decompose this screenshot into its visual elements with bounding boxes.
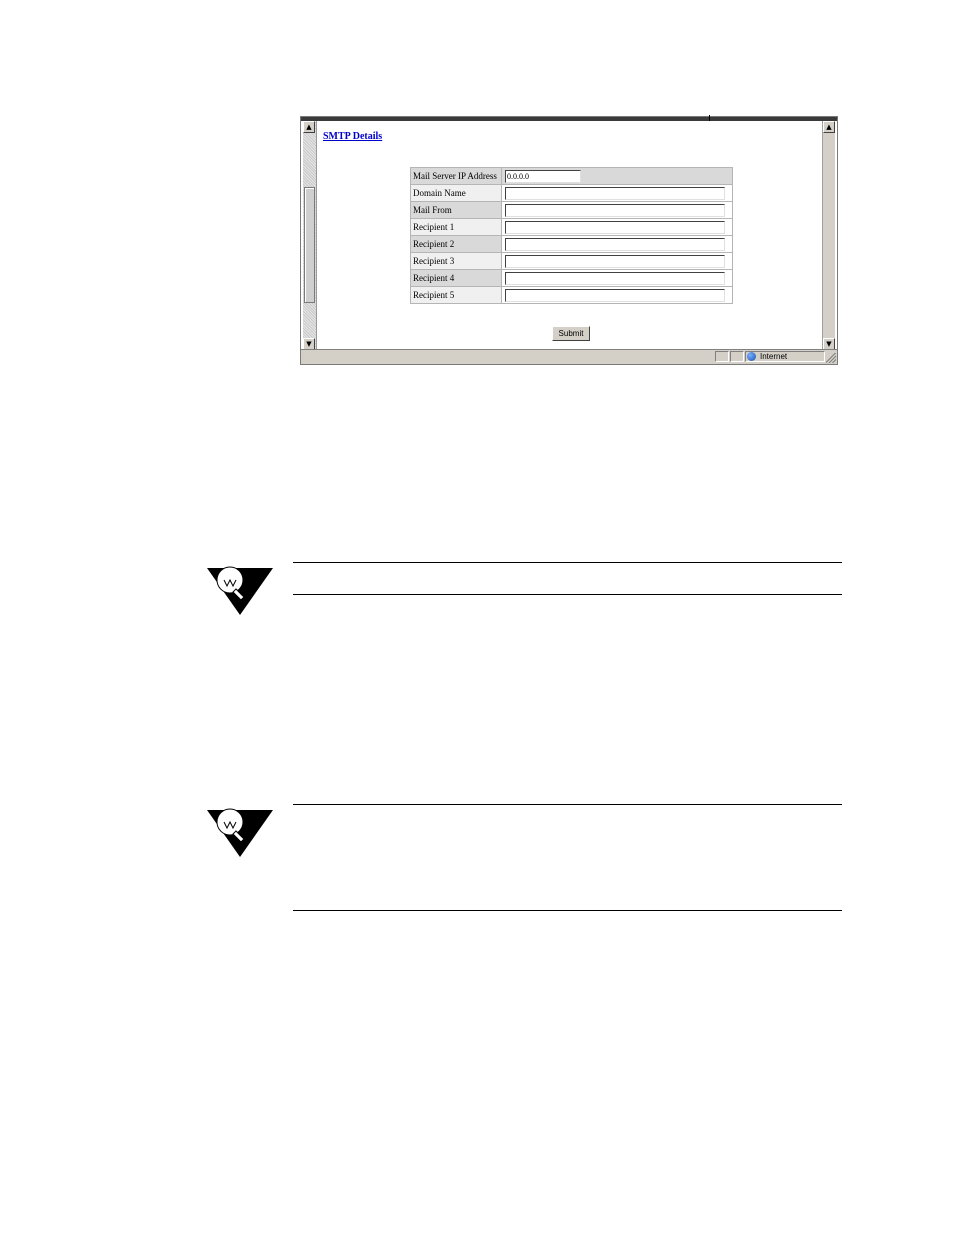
- form-row-recipient-2: Recipient 2: [410, 235, 733, 253]
- submit-button[interactable]: Submit: [552, 326, 590, 341]
- scroll-up-arrow-icon[interactable]: ▲: [823, 121, 835, 133]
- note-rule-top: [293, 562, 842, 563]
- smtp-form-table: Mail Server IP Address Domain Name Mail …: [410, 167, 733, 304]
- window-top-edge: [301, 117, 837, 121]
- scroll-up-arrow-icon[interactable]: ▲: [303, 121, 315, 133]
- note-rule-bottom: [293, 594, 842, 595]
- mail-server-ip-input[interactable]: [505, 170, 581, 183]
- field-cell: [501, 252, 733, 270]
- frame-scrollbar[interactable]: ▲ ▼: [303, 121, 317, 350]
- field-label: Recipient 2: [410, 235, 502, 253]
- form-row-mail-from: Mail From: [410, 201, 733, 219]
- form-row-mail-server: Mail Server IP Address: [410, 167, 733, 185]
- field-cell: [501, 235, 733, 253]
- form-row-recipient-5: Recipient 5: [410, 286, 733, 304]
- field-label: Mail From: [410, 201, 502, 219]
- form-row-recipient-1: Recipient 1: [410, 218, 733, 236]
- field-cell: [501, 218, 733, 236]
- page-title-link[interactable]: SMTP Details: [323, 131, 382, 142]
- field-cell: [501, 269, 733, 287]
- status-segment: [715, 351, 729, 362]
- form-row-domain-name: Domain Name: [410, 184, 733, 202]
- window-top-tick: [709, 115, 710, 121]
- field-label: Mail Server IP Address: [410, 167, 502, 185]
- recipient-5-input[interactable]: [505, 289, 725, 302]
- field-cell: [501, 286, 733, 304]
- browser-window: ▲ ▼ ▲ ▼ SMTP Details Mail Server IP Addr…: [300, 115, 838, 365]
- form-row-recipient-3: Recipient 3: [410, 252, 733, 270]
- lightbulb-note-icon: [207, 808, 273, 857]
- field-cell: [501, 184, 733, 202]
- frame-scroll-thumb[interactable]: [304, 187, 315, 303]
- lightbulb-note-icon: [207, 566, 273, 615]
- security-zone-label: Internet: [760, 352, 788, 361]
- recipient-3-input[interactable]: [505, 255, 725, 268]
- field-label: Recipient 1: [410, 218, 502, 236]
- recipient-1-input[interactable]: [505, 221, 725, 234]
- status-segment: [730, 351, 744, 362]
- status-bar: Internet: [301, 349, 837, 364]
- recipient-2-input[interactable]: [505, 238, 725, 251]
- field-cell: [501, 201, 733, 219]
- resize-grip-icon[interactable]: [826, 353, 836, 363]
- recipient-4-input[interactable]: [505, 272, 725, 285]
- page-scrollbar[interactable]: ▲ ▼: [822, 121, 835, 350]
- field-cell: [501, 167, 733, 185]
- field-label: Recipient 3: [410, 252, 502, 270]
- domain-name-input[interactable]: [505, 187, 725, 200]
- field-label: Recipient 4: [410, 269, 502, 287]
- note-rule-bottom: [293, 910, 842, 911]
- note-rule-top: [293, 804, 842, 805]
- field-label: Domain Name: [410, 184, 502, 202]
- globe-icon: [747, 352, 756, 361]
- field-label: Recipient 5: [410, 286, 502, 304]
- mail-from-input[interactable]: [505, 204, 725, 217]
- form-row-recipient-4: Recipient 4: [410, 269, 733, 287]
